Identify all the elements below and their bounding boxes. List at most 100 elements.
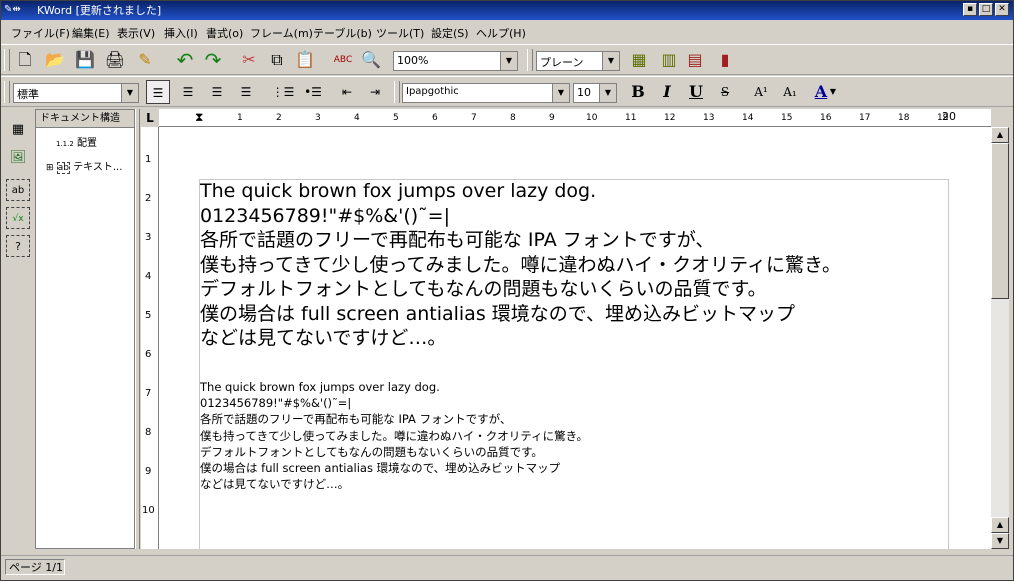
toolbar-handle[interactable] <box>394 81 400 103</box>
ruler-tick: 3 <box>315 113 321 123</box>
paragraph-style-select[interactable]: 標準 ▼ <box>13 83 139 103</box>
kword-window: ✎⇹ KWord [更新されました] ▪ □ ✕ ファイル(F) 編集(E) 表… <box>0 0 1014 581</box>
table-style-b-icon[interactable]: ▥ <box>657 48 681 72</box>
minimize-button[interactable]: ▪ <box>963 3 977 16</box>
text-line: などは見てないですけど…。 <box>200 327 447 349</box>
menu-insert[interactable]: 挿入(I) <box>164 25 198 41</box>
ruler-tick: 5 <box>145 310 152 321</box>
menu-tools[interactable]: ツール(T) <box>376 25 424 41</box>
italic-button[interactable]: I <box>655 80 679 104</box>
insert-text-frame-icon[interactable]: ab <box>6 179 30 201</box>
ruler-tick: 8 <box>510 113 516 123</box>
insert-variable-icon[interactable]: ? <box>6 235 30 257</box>
maximize-button[interactable]: □ <box>979 3 993 16</box>
table-style-icon[interactable]: ▦ <box>627 48 651 72</box>
strikethrough-button[interactable]: S <box>713 80 737 104</box>
window-title: KWord [更新されました] <box>37 4 162 17</box>
menu-table[interactable]: テーブル(b) <box>313 25 372 41</box>
subscript-button[interactable]: A₁ <box>778 80 802 104</box>
insert-formula-icon[interactable]: √x <box>6 207 30 229</box>
maximize-icon: □ <box>981 4 991 14</box>
menu-file[interactable]: ファイル(F) <box>11 25 70 41</box>
text-line: 0123456789!"#$%&'()˜=| <box>200 204 450 227</box>
expand-icon[interactable]: ⊞ <box>46 163 54 173</box>
large-text-block[interactable]: The quick brown fox jumps over lazy dog.… <box>200 179 841 351</box>
toolbar-handle[interactable] <box>4 49 10 71</box>
scroll-down-button[interactable]: ▼ <box>991 533 1009 549</box>
numbered-list-icon[interactable]: ⋮☰ <box>271 80 295 104</box>
scroll-up-small-button[interactable]: ▲ <box>991 517 1009 533</box>
bold-button[interactable]: B <box>626 80 650 104</box>
document-canvas[interactable]: The quick brown fox jumps over lazy dog.… <box>159 127 991 549</box>
copy-icon[interactable]: ⧉ <box>265 48 289 72</box>
open-file-icon[interactable]: 📂 <box>43 48 67 72</box>
undo-icon[interactable]: ↶ <box>173 48 197 72</box>
redo-icon[interactable]: ↷ <box>201 48 225 72</box>
table-style-c-icon[interactable]: ▤ <box>683 48 707 72</box>
menu-frame[interactable]: フレーム(m) <box>250 25 313 41</box>
justify-icon[interactable]: ☰ <box>234 80 258 104</box>
ruler-tick: 4 <box>145 271 152 282</box>
frame-style-select[interactable]: プレーン ▼ <box>536 51 620 71</box>
menu-help[interactable]: ヘルプ(H) <box>476 25 526 41</box>
cut-icon[interactable]: ✂ <box>237 48 261 72</box>
table-style-d-icon[interactable]: ▮ <box>713 48 737 72</box>
superscript-button[interactable]: A¹ <box>749 80 773 104</box>
horizontal-ruler[interactable]: 1 2 3 4 5 6 7 8 9 10 11 12 13 14 15 16 1… <box>159 109 991 127</box>
close-button[interactable]: ✕ <box>995 3 1009 16</box>
find-icon[interactable]: 🔍 <box>359 48 383 72</box>
ruler-tick: 1 <box>237 113 243 123</box>
insert-picture-icon[interactable]: 🖼 <box>6 147 30 169</box>
print-preview-icon[interactable]: ✎ <box>133 48 157 72</box>
paste-icon[interactable]: 📋 <box>293 48 317 72</box>
new-document-icon[interactable]: 🗋 <box>13 48 37 72</box>
ruler-tick: 11 <box>625 113 637 123</box>
ruler-tick: 2 <box>145 193 152 204</box>
arrow-up-icon: ▲ <box>996 520 1004 529</box>
save-icon[interactable]: 💾 <box>73 48 97 72</box>
zoom-value: 100% <box>397 54 429 67</box>
menu-bar: ファイル(F) 編集(E) 表示(V) 挿入(I) 書式(o) フレーム(m) … <box>1 21 1013 42</box>
small-text-block[interactable]: The quick brown fox jumps over lazy dog.… <box>200 379 588 492</box>
main-toolbar: 🗋 📂 💾 🖨 ✎ ↶ ↷ ✂ ⧉ 📋 ABC 🔍 100% ▼ プレーン ▼ … <box>1 44 1013 75</box>
zoom-select[interactable]: 100% ▼ <box>393 51 518 71</box>
text-color-dropdown-icon[interactable]: ▼ <box>827 80 839 104</box>
vertical-scrollbar[interactable]: ▲ ▲ ▼ <box>991 127 1009 549</box>
frame-toolbar: ▦ 🖼 ab √x ? <box>3 109 33 549</box>
ruler-tick: 1 <box>145 154 152 165</box>
align-center-icon[interactable]: ☰ <box>176 80 200 104</box>
chevron-down-icon: ▼ <box>552 84 569 102</box>
align-right-icon[interactable]: ☰ <box>205 80 229 104</box>
menu-view[interactable]: 表示(V) <box>117 25 155 41</box>
align-left-icon[interactable]: ☰ <box>146 80 170 104</box>
toolbar-handle[interactable] <box>527 49 533 71</box>
tree-item-text[interactable]: ⊞ ab テキスト... <box>46 158 122 174</box>
tree-item-layout[interactable]: 1.1.2 配置 <box>56 134 97 149</box>
menu-format[interactable]: 書式(o) <box>206 25 243 41</box>
app-icon[interactable]: ✎⇹ <box>4 3 34 17</box>
bullet-list-icon[interactable]: •☰ <box>301 80 325 104</box>
insert-table-icon[interactable]: ▦ <box>6 119 30 141</box>
text-line: 0123456789!"#$%&'()˜=| <box>200 396 352 411</box>
font-size-select[interactable]: 10 ▼ <box>573 83 617 103</box>
pane-splitter[interactable] <box>135 109 140 549</box>
tree-item-label: 配置 <box>77 138 97 149</box>
tab-type-selector[interactable]: L <box>141 109 159 127</box>
indent-marker-icon[interactable]: ⧗ <box>195 110 203 125</box>
scroll-up-button[interactable]: ▲ <box>991 127 1009 143</box>
chevron-down-icon: ▼ <box>602 52 619 70</box>
scroll-thumb[interactable] <box>991 143 1009 299</box>
vertical-ruler[interactable]: 1 2 3 4 5 6 7 8 9 10 <box>141 127 159 549</box>
print-icon[interactable]: 🖨 <box>103 48 127 72</box>
increase-indent-icon[interactable]: ⇥ <box>363 80 387 104</box>
ruler-tick: 4 <box>354 113 360 123</box>
format-toolbar: 標準 ▼ ☰ ☰ ☰ ☰ ⋮☰ •☰ ⇤ ⇥ Ipapgothic ▼ 10 ▼… <box>1 76 1013 107</box>
title-bar[interactable]: ✎⇹ KWord [更新されました] ▪ □ ✕ <box>1 1 1013 20</box>
decrease-indent-icon[interactable]: ⇤ <box>335 80 359 104</box>
menu-edit[interactable]: 編集(E) <box>72 25 110 41</box>
underline-button[interactable]: U <box>684 80 708 104</box>
font-family-select[interactable]: Ipapgothic ▼ <box>402 83 570 103</box>
toolbar-handle[interactable] <box>4 81 10 103</box>
spellcheck-icon[interactable]: ABC <box>331 48 355 72</box>
menu-settings[interactable]: 設定(S) <box>431 25 469 41</box>
